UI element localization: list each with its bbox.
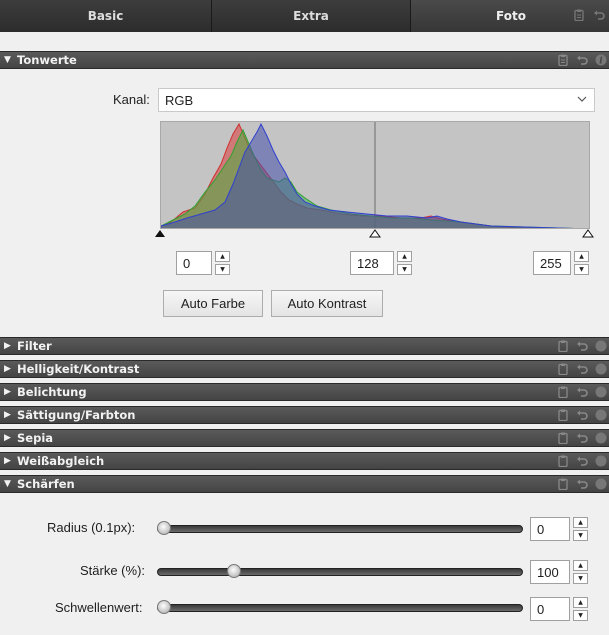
kanal-label: Kanal: [113, 92, 150, 107]
staerke-field[interactable]: 100 [530, 560, 570, 584]
spin-down-icon[interactable]: ▼ [573, 610, 588, 621]
histogram [160, 121, 590, 229]
clipboard-icon[interactable] [557, 409, 569, 421]
spin-up-icon[interactable]: ▲ [574, 251, 589, 262]
info-icon[interactable] [595, 432, 607, 444]
collapsed-arrow-icon: ▶ [4, 341, 11, 351]
radius-label: Radius (0.1px): [47, 520, 136, 535]
section-header-sepia[interactable]: ▶ Sepia [0, 429, 609, 447]
spin-down-icon[interactable]: ▼ [573, 573, 588, 584]
undo-icon[interactable] [576, 455, 588, 467]
undo-icon[interactable] [576, 409, 588, 421]
section-title: Schärfen [17, 477, 75, 491]
radius-spinner[interactable]: 0 ▲ ▼ [530, 517, 588, 541]
schwellenwert-slider[interactable] [157, 600, 523, 614]
section-header-helligkeit-kontrast[interactable]: ▶ Helligkeit/Kontrast [0, 360, 609, 378]
spin-down-icon[interactable]: ▼ [573, 530, 588, 541]
input-mid-field[interactable]: 128 [350, 251, 394, 275]
clipboard-icon[interactable] [557, 363, 569, 375]
histogram-markers[interactable] [155, 228, 595, 240]
undo-icon[interactable] [576, 363, 588, 375]
schwellenwert-spinner[interactable]: 0 ▲ ▼ [530, 597, 588, 621]
clipboard-icon[interactable] [557, 340, 569, 352]
schwellenwert-slider-thumb[interactable] [157, 600, 171, 614]
kanal-select[interactable]: RGB [158, 88, 595, 112]
input-low-spinner[interactable]: 0 ▲ ▼ [176, 251, 230, 275]
undo-icon[interactable] [576, 54, 588, 66]
section-title: Sepia [17, 431, 54, 445]
kanal-value: RGB [165, 93, 194, 108]
chevron-down-icon [577, 92, 587, 109]
auto-kontrast-button[interactable]: Auto Kontrast [271, 290, 383, 317]
expanded-arrow-icon: ▼ [4, 55, 11, 65]
spin-up-icon[interactable]: ▲ [573, 560, 588, 571]
section-title: Tonwerte [17, 53, 77, 67]
info-icon[interactable] [595, 386, 607, 398]
undo-icon[interactable] [576, 340, 588, 352]
collapsed-arrow-icon: ▶ [4, 456, 11, 466]
spin-down-icon[interactable]: ▼ [574, 264, 589, 275]
spin-up-icon[interactable]: ▲ [397, 251, 412, 262]
clipboard-icon[interactable] [557, 386, 569, 398]
tab-basic[interactable]: Basic [0, 0, 212, 32]
undo-icon[interactable] [576, 478, 588, 490]
section-header-schaerfen[interactable]: ▼ Schärfen [0, 475, 609, 493]
section-header-filter[interactable]: ▶ Filter [0, 337, 609, 355]
spin-up-icon[interactable]: ▲ [573, 517, 588, 528]
section-header-tonwerte[interactable]: ▼ Tonwerte i [0, 51, 609, 69]
staerke-slider[interactable] [157, 564, 523, 578]
undo-icon[interactable] [593, 9, 605, 21]
section-title: Belichtung [17, 385, 87, 399]
section-header-belichtung[interactable]: ▶ Belichtung [0, 383, 609, 401]
clipboard-icon[interactable] [557, 54, 569, 66]
radius-field[interactable]: 0 [530, 517, 570, 541]
info-icon[interactable] [595, 409, 607, 421]
radius-slider[interactable] [157, 521, 523, 535]
info-icon[interactable] [595, 363, 607, 375]
input-high-field[interactable]: 255 [533, 251, 571, 275]
staerke-slider-thumb[interactable] [227, 564, 241, 578]
tab-icons [573, 9, 605, 21]
undo-icon[interactable] [576, 432, 588, 444]
auto-farbe-button[interactable]: Auto Farbe [163, 290, 263, 317]
clipboard-icon[interactable] [557, 432, 569, 444]
staerke-spinner[interactable]: 100 ▲ ▼ [530, 560, 588, 584]
radius-slider-track[interactable] [157, 525, 523, 533]
collapsed-arrow-icon: ▶ [4, 364, 11, 374]
tab-extra[interactable]: Extra [212, 0, 411, 32]
radius-slider-thumb[interactable] [157, 521, 171, 535]
collapsed-arrow-icon: ▶ [4, 433, 11, 443]
info-icon[interactable] [595, 455, 607, 467]
spin-down-icon[interactable]: ▼ [215, 264, 230, 275]
input-low-field[interactable]: 0 [176, 251, 212, 275]
undo-icon[interactable] [576, 386, 588, 398]
collapsed-arrow-icon: ▶ [4, 387, 11, 397]
input-high-spinner[interactable]: 255 ▲ ▼ [533, 251, 589, 275]
section-title: Filter [17, 339, 52, 353]
schwellenwert-field[interactable]: 0 [530, 597, 570, 621]
staerke-label: Stärke (%): [80, 563, 146, 578]
clipboard-icon[interactable] [557, 478, 569, 490]
spin-up-icon[interactable]: ▲ [215, 251, 230, 262]
collapsed-arrow-icon: ▶ [4, 410, 11, 420]
tab-bar: Basic Extra Foto [0, 0, 609, 32]
section-title: Weißabgleich [17, 454, 105, 468]
clipboard-icon[interactable] [573, 9, 585, 21]
expanded-arrow-icon: ▼ [4, 479, 11, 489]
section-header-saettigung-farbton[interactable]: ▶ Sättigung/Farbton [0, 406, 609, 424]
schwellenwert-slider-track[interactable] [157, 604, 523, 612]
input-mid-spinner[interactable]: 128 ▲ ▼ [350, 251, 412, 275]
svg-text:i: i [599, 57, 603, 67]
info-icon[interactable] [595, 340, 607, 352]
schwellenwert-label: Schwellenwert: [55, 600, 143, 615]
section-header-weissabgleich[interactable]: ▶ Weißabgleich [0, 452, 609, 470]
staerke-slider-track[interactable] [157, 568, 523, 576]
clipboard-icon[interactable] [557, 455, 569, 467]
section-title: Helligkeit/Kontrast [17, 362, 140, 376]
info-icon[interactable] [595, 478, 607, 490]
spin-down-icon[interactable]: ▼ [397, 264, 412, 275]
info-icon[interactable]: i [595, 54, 607, 66]
spin-up-icon[interactable]: ▲ [573, 597, 588, 608]
section-title: Sättigung/Farbton [17, 408, 136, 422]
